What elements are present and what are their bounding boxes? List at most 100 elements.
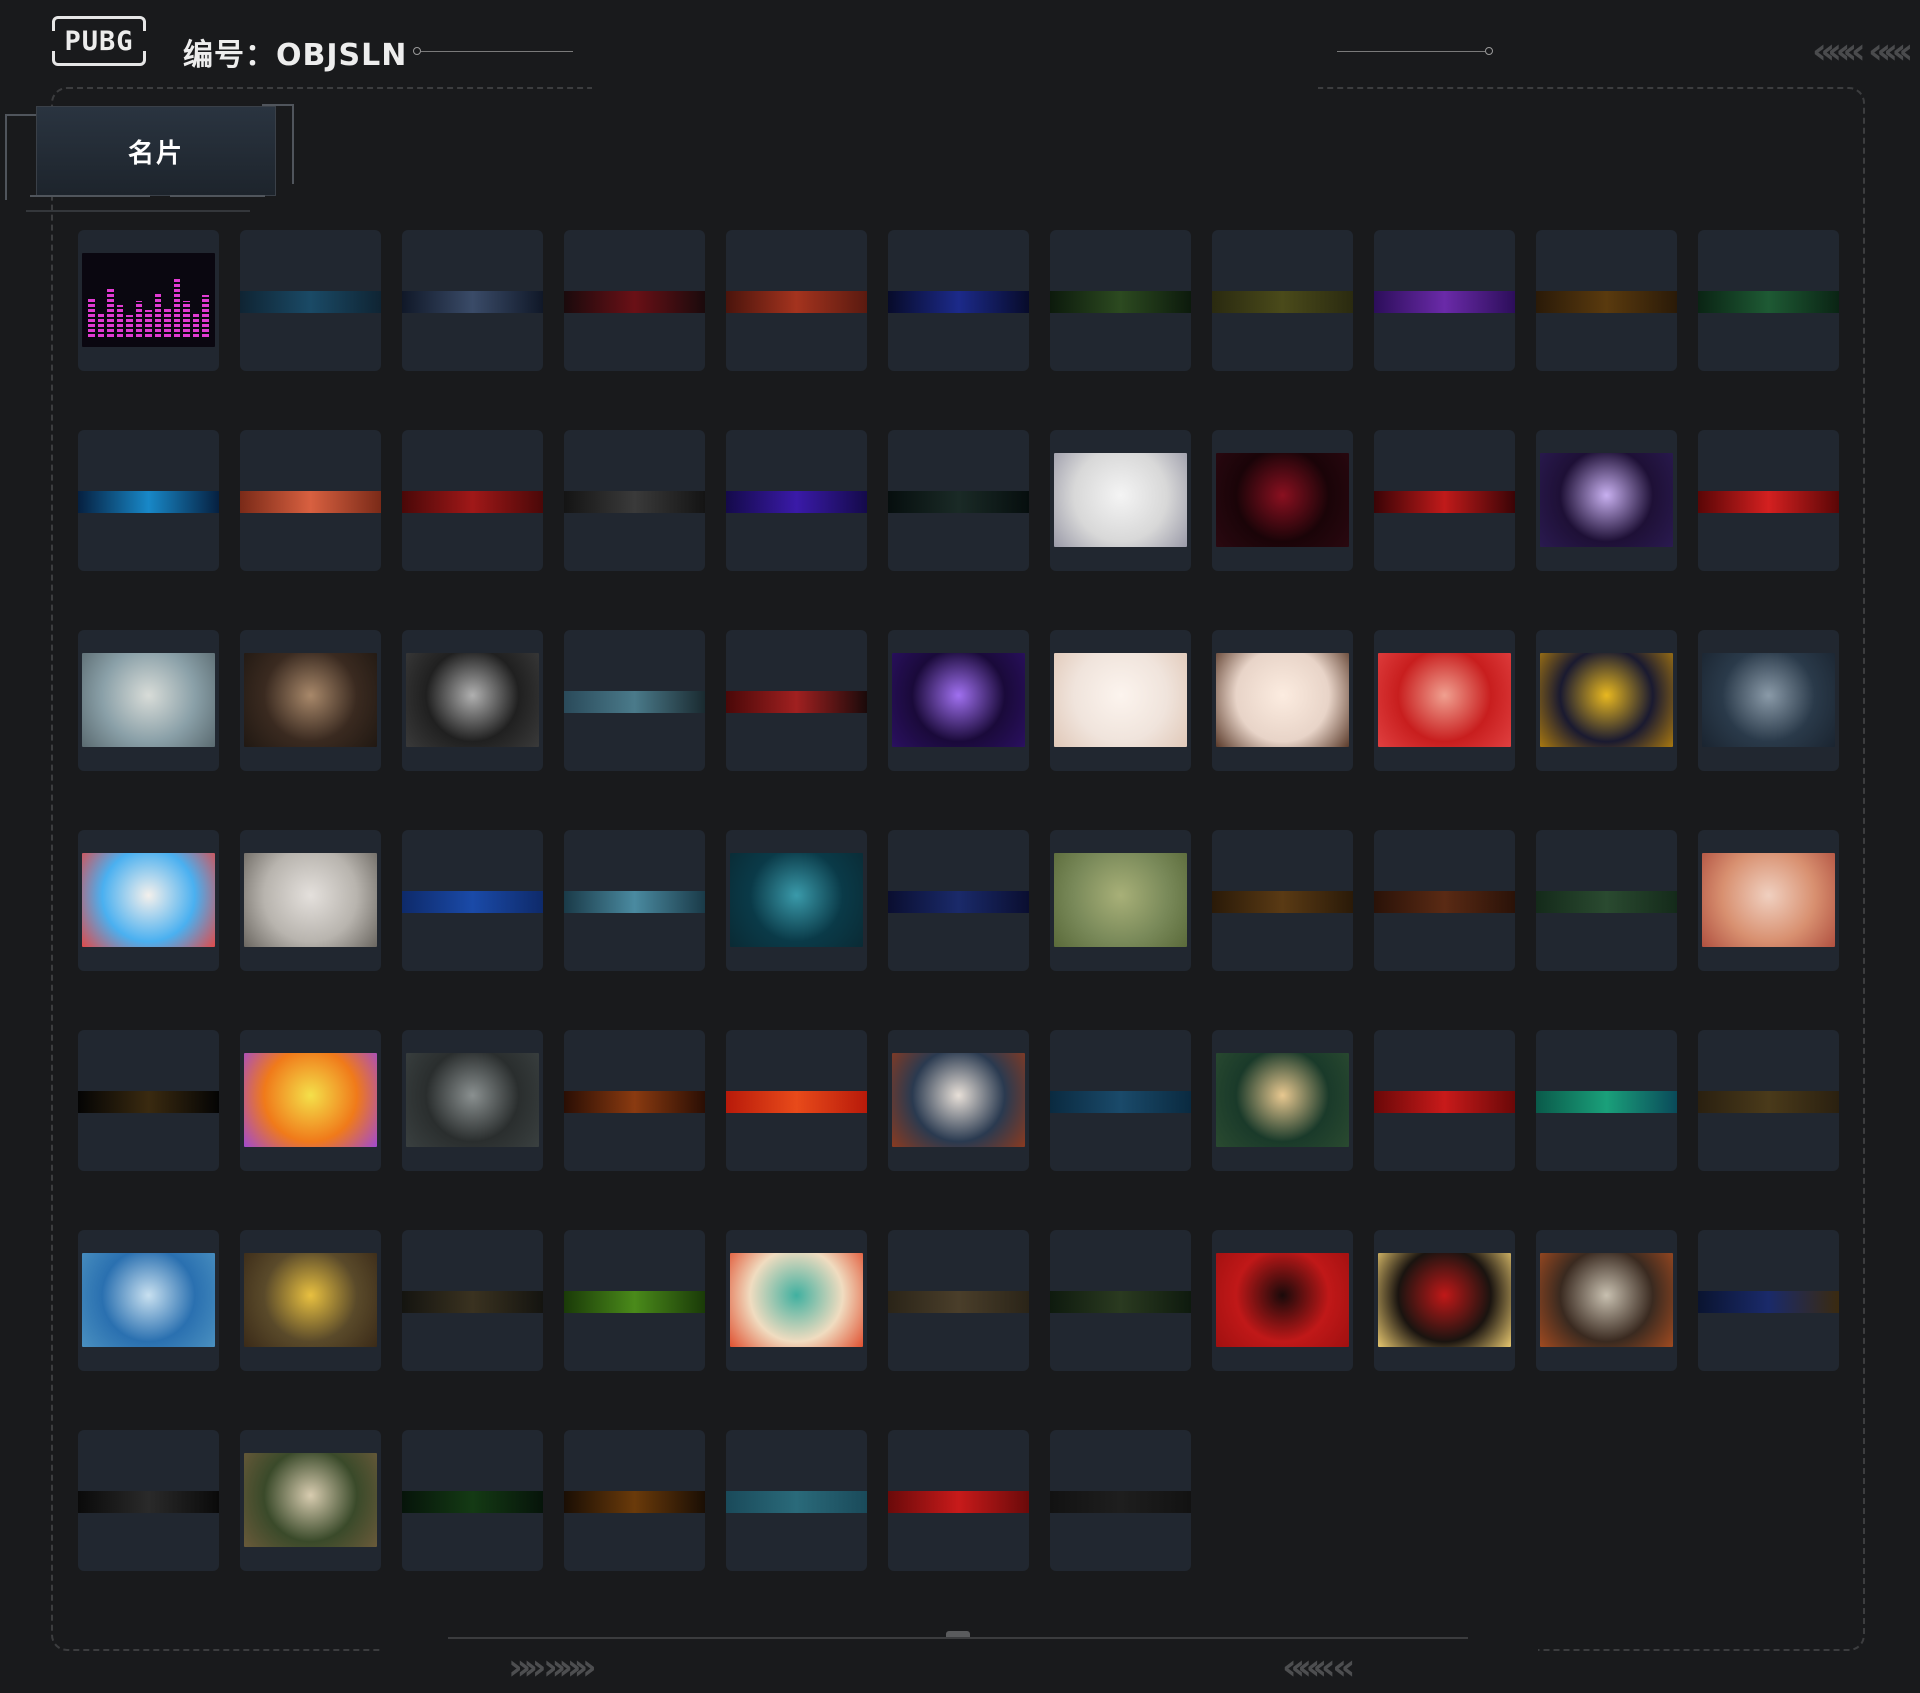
name-card-item[interactable] — [78, 430, 219, 571]
name-card-item[interactable] — [726, 630, 867, 771]
name-card-strip-thumbnail — [402, 891, 543, 913]
name-card-item[interactable] — [240, 1430, 381, 1571]
name-card-item[interactable] — [1050, 1230, 1191, 1371]
footer-chevrons-left-text: »» »»» — [508, 1647, 597, 1688]
name-card-item[interactable] — [402, 630, 543, 771]
name-card-item[interactable] — [240, 230, 381, 371]
name-card-item[interactable] — [78, 1030, 219, 1171]
name-card-item[interactable] — [1536, 1230, 1677, 1371]
name-card-item[interactable] — [726, 230, 867, 371]
name-card-item[interactable] — [888, 430, 1029, 571]
name-card-item[interactable] — [1536, 1030, 1677, 1171]
name-card-thumbnail — [1378, 1253, 1511, 1347]
name-card-item[interactable] — [1212, 1230, 1353, 1371]
name-card-item[interactable] — [564, 1030, 705, 1171]
name-card-item[interactable] — [1698, 1230, 1839, 1371]
name-card-item[interactable] — [1374, 1230, 1515, 1371]
name-card-item[interactable] — [564, 630, 705, 771]
name-card-thumbnail — [82, 853, 215, 947]
name-card-strip-thumbnail — [726, 1491, 867, 1513]
name-card-item[interactable] — [888, 830, 1029, 971]
name-card-item[interactable] — [1212, 1030, 1353, 1171]
name-card-item[interactable] — [888, 1430, 1029, 1571]
name-card-strip-thumbnail — [564, 491, 705, 513]
name-card-item[interactable] — [888, 1230, 1029, 1371]
name-card-thumbnail — [244, 853, 377, 947]
name-card-strip-thumbnail — [564, 1491, 705, 1513]
name-card-item[interactable] — [402, 830, 543, 971]
name-card-strip-thumbnail — [402, 1491, 543, 1513]
name-card-item[interactable] — [1374, 630, 1515, 771]
name-card-thumbnail — [1702, 853, 1835, 947]
name-card-item[interactable] — [726, 1430, 867, 1571]
name-card-thumbnail — [406, 653, 539, 747]
name-card-item[interactable] — [402, 430, 543, 571]
name-card-item[interactable] — [1050, 1430, 1191, 1571]
name-card-item[interactable] — [240, 630, 381, 771]
name-card-item[interactable] — [1536, 630, 1677, 771]
name-card-item[interactable] — [78, 1430, 219, 1571]
name-card-item[interactable] — [726, 1030, 867, 1171]
name-card-item[interactable] — [1374, 1030, 1515, 1171]
name-card-item[interactable] — [1050, 1030, 1191, 1171]
name-card-item[interactable] — [1698, 1030, 1839, 1171]
header-line-dot-left — [413, 47, 421, 55]
name-card-item[interactable] — [78, 630, 219, 771]
name-card-item[interactable] — [78, 230, 219, 371]
name-card-item[interactable] — [402, 1230, 543, 1371]
name-card-item[interactable] — [564, 830, 705, 971]
pubg-logo-text: PUBG — [64, 25, 134, 57]
name-card-item[interactable] — [1050, 630, 1191, 771]
name-card-item[interactable] — [1698, 630, 1839, 771]
name-card-item[interactable] — [888, 230, 1029, 371]
name-card-thumbnail — [244, 1053, 377, 1147]
name-card-thumbnail — [892, 1053, 1025, 1147]
name-card-strip-thumbnail — [726, 291, 867, 313]
name-card-strip-thumbnail — [1050, 1291, 1191, 1313]
name-card-item[interactable] — [402, 1030, 543, 1171]
name-card-strip-thumbnail — [888, 291, 1029, 313]
name-card-item[interactable] — [240, 1230, 381, 1371]
name-card-item[interactable] — [1212, 630, 1353, 771]
name-card-item[interactable] — [78, 1230, 219, 1371]
name-card-item[interactable] — [564, 430, 705, 571]
name-card-item[interactable] — [240, 430, 381, 571]
name-card-item[interactable] — [564, 1230, 705, 1371]
name-card-item[interactable] — [564, 230, 705, 371]
name-card-item[interactable] — [1212, 230, 1353, 371]
name-card-thumbnail — [1540, 653, 1673, 747]
name-card-item[interactable] — [402, 1430, 543, 1571]
name-card-item[interactable] — [888, 630, 1029, 771]
name-card-item[interactable] — [1374, 230, 1515, 371]
name-card-item[interactable] — [240, 1030, 381, 1171]
name-card-item[interactable] — [1050, 230, 1191, 371]
name-card-item[interactable] — [1050, 830, 1191, 971]
name-card-item[interactable] — [1374, 430, 1515, 571]
name-card-item[interactable] — [1536, 430, 1677, 571]
name-card-thumbnail — [1378, 653, 1511, 747]
name-card-item[interactable] — [1536, 830, 1677, 971]
pubg-logo: PUBG — [50, 16, 148, 66]
name-card-item[interactable] — [240, 830, 381, 971]
tab-name-cards[interactable]: 名片 — [36, 106, 276, 196]
name-card-strip-thumbnail — [888, 1491, 1029, 1513]
name-card-thumbnail — [1216, 1253, 1349, 1347]
name-card-item[interactable] — [564, 1430, 705, 1571]
name-card-item[interactable] — [78, 830, 219, 971]
name-card-strip-thumbnail — [1050, 1491, 1191, 1513]
name-card-item[interactable] — [1212, 830, 1353, 971]
name-card-item[interactable] — [1212, 430, 1353, 571]
name-card-item[interactable] — [1050, 430, 1191, 571]
name-card-item[interactable] — [1698, 830, 1839, 971]
name-card-item[interactable] — [726, 430, 867, 571]
name-card-strip-thumbnail — [240, 291, 381, 313]
name-card-item[interactable] — [1374, 830, 1515, 971]
name-card-item[interactable] — [1536, 230, 1677, 371]
name-card-item[interactable] — [1698, 230, 1839, 371]
name-card-item[interactable] — [1698, 430, 1839, 571]
name-card-item[interactable] — [726, 830, 867, 971]
name-card-item[interactable] — [726, 1230, 867, 1371]
name-card-item[interactable] — [888, 1030, 1029, 1171]
scroll-handle[interactable] — [946, 1631, 970, 1637]
name-card-item[interactable] — [402, 230, 543, 371]
